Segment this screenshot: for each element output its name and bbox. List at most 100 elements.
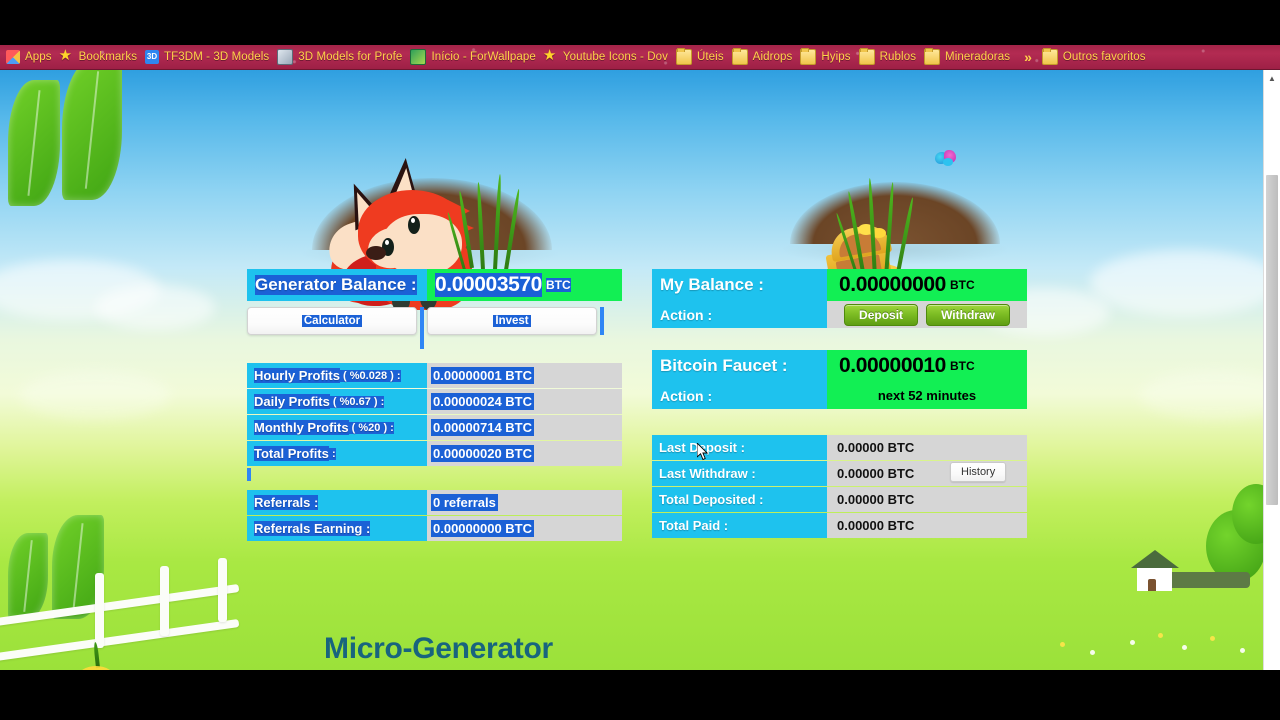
house-roof — [1131, 550, 1179, 568]
3d-icon: 3D — [145, 50, 160, 64]
profit-value: 0.00000001 BTC — [427, 363, 622, 388]
house-hedge-row — [1160, 572, 1250, 588]
caret-marker — [600, 307, 604, 335]
profit-label: Total Profits : — [247, 441, 427, 466]
profit-value: 0.00000024 BTC — [427, 389, 622, 414]
scroll-up-arrow-icon[interactable]: ▲ — [1264, 70, 1280, 86]
bookmark-youtube-icons[interactable]: Youtube Icons - Dov — [542, 46, 674, 68]
generator-action-buttons: Calculator Invest — [247, 307, 625, 349]
faucet-status: next 52 minutes — [827, 382, 1027, 409]
bookmarks-bar[interactable]: Apps Bookmarks 3D TF3DM - 3D Models 3D M… — [0, 45, 1280, 70]
scrollbar-thumb[interactable] — [1266, 175, 1278, 505]
cloud-shape — [1140, 370, 1280, 420]
total-deposited-label: Total Deposited : — [652, 487, 827, 512]
last-deposit-label: Last Deposit : — [652, 435, 827, 460]
faucet-row: Bitcoin Faucet : 0.00000010 BTC — [652, 350, 1028, 382]
profit-value: 0.00000714 BTC — [427, 415, 622, 440]
bookmark-folder-hyips[interactable]: Hyips — [798, 47, 856, 68]
my-balance-row: My Balance : 0.00000000 BTC — [652, 269, 1028, 301]
table-row: Hourly Profits ( %0.028 ) : 0.00000001 B… — [247, 363, 625, 388]
last-deposit-value: 0.00000 BTC — [827, 435, 1027, 460]
butterfly-icon — [935, 150, 957, 168]
folder-icon — [1041, 48, 1058, 65]
flower-dot — [1240, 648, 1245, 653]
last-withdraw-label: Last Withdraw : — [652, 461, 827, 486]
page-background — [0, 70, 1280, 670]
image-icon — [277, 49, 294, 65]
total-paid-value: 0.00000 BTC — [827, 513, 1027, 538]
folder-icon — [800, 48, 817, 65]
deposit-button[interactable]: Deposit — [844, 303, 919, 326]
faucet-value: 0.00000010 BTC — [827, 350, 1027, 382]
generator-panel: Generator Balance : 0.00003570 BTC Calcu… — [247, 269, 625, 542]
generator-balance-value: 0.00003570 BTC — [427, 269, 622, 301]
cloud-shape — [1090, 250, 1280, 316]
bookmark-folder-rublos[interactable]: Rublos — [857, 47, 922, 68]
referrals-value: 0 referrals — [427, 490, 622, 515]
table-row: Total Deposited : 0.00000 BTC — [652, 487, 1028, 512]
fence-post — [95, 573, 104, 648]
profit-value: 0.00000020 BTC — [427, 441, 622, 466]
flower-dot — [1158, 633, 1163, 638]
history-button[interactable]: History — [950, 462, 1007, 482]
invest-button[interactable]: Invest — [427, 307, 597, 335]
fence-post — [218, 558, 227, 622]
referrals-earning-value: 0.00000000 BTC — [427, 516, 622, 541]
bookmark-3d-models-prof[interactable]: 3D Models for Profe — [275, 47, 408, 68]
bookmark-bookmarks[interactable]: Bookmarks — [58, 46, 143, 68]
letterbox-top — [0, 0, 1280, 45]
bookmark-folder-uteis[interactable]: Úteis — [674, 47, 730, 68]
bookmark-apps[interactable]: Apps — [4, 47, 58, 68]
table-row: Total Profits : 0.00000020 BTC — [247, 441, 625, 466]
faucet-action-label: Action : — [652, 382, 827, 409]
withdraw-button[interactable]: Withdraw — [926, 303, 1010, 326]
referrals-table: Referrals : 0 referrals Referrals Earnin… — [247, 490, 625, 541]
table-row: Total Paid : 0.00000 BTC — [652, 513, 1028, 538]
calculator-button[interactable]: Calculator — [247, 307, 417, 335]
bookmarks-overflow-button[interactable]: » — [1016, 49, 1040, 65]
bookmark-tf3dm[interactable]: 3D TF3DM - 3D Models — [143, 47, 275, 68]
flower-dot — [1130, 640, 1135, 645]
flower-dot — [1090, 650, 1095, 655]
table-row: Daily Profits ( %0.67 ) : 0.00000024 BTC — [247, 389, 625, 414]
stats-table: Last Deposit : 0.00000 BTC Last Withdraw… — [652, 435, 1028, 538]
account-panel: My Balance : 0.00000000 BTC Action : Dep… — [652, 269, 1028, 539]
bookmark-folder-outros-favoritos[interactable]: Outros favoritos — [1040, 47, 1152, 68]
apps-grid-icon — [6, 50, 20, 64]
generator-balance-label: Generator Balance : — [247, 269, 427, 301]
bookmark-forwallpaper[interactable]: Início - ForWallpape — [408, 47, 541, 68]
referrals-label: Referrals : — [247, 490, 427, 515]
folder-icon — [675, 48, 692, 65]
balance-action-row: Action : Deposit Withdraw — [652, 301, 1028, 328]
faucet-action-row: Action : next 52 minutes — [652, 382, 1028, 409]
fence-post — [160, 566, 169, 636]
folder-icon — [731, 48, 748, 65]
bookmark-folder-aidrops[interactable]: Aidrops — [730, 47, 799, 68]
house-door — [1148, 579, 1156, 591]
profit-label: Hourly Profits ( %0.028 ) : — [247, 363, 427, 388]
flower-dot — [1210, 636, 1215, 641]
bookmark-folder-mineradoras[interactable]: Mineradoras — [922, 47, 1016, 68]
star-icon — [543, 46, 558, 64]
page-viewport: Generator Balance : 0.00003570 BTC Calcu… — [0, 70, 1280, 670]
profit-label: Daily Profits ( %0.67 ) : — [247, 389, 427, 414]
flower-dot — [1060, 642, 1065, 647]
cloud-shape — [95, 285, 215, 330]
page-title: Micro-Generator — [324, 632, 553, 665]
folder-icon — [924, 48, 941, 65]
star-icon — [59, 46, 74, 64]
flower-dot — [1182, 645, 1187, 650]
table-row: Monthly Profits ( %20 ) : 0.00000714 BTC — [247, 415, 625, 440]
balance-action-label: Action : — [652, 301, 827, 328]
folder-icon — [858, 48, 875, 65]
leaf-decoration — [8, 533, 48, 619]
table-row: Referrals : 0 referrals — [247, 490, 625, 515]
table-row: Referrals Earning : 0.00000000 BTC — [247, 516, 625, 541]
letterbox-bottom — [0, 670, 1280, 720]
profit-label: Monthly Profits ( %20 ) : — [247, 415, 427, 440]
my-balance-label: My Balance : — [652, 269, 827, 301]
balance-action-cell: Deposit Withdraw — [827, 301, 1027, 328]
page-scrollbar[interactable]: ▲ — [1263, 70, 1280, 670]
referrals-earning-label: Referrals Earning : — [247, 516, 427, 541]
cloud-shape — [20, 370, 170, 420]
